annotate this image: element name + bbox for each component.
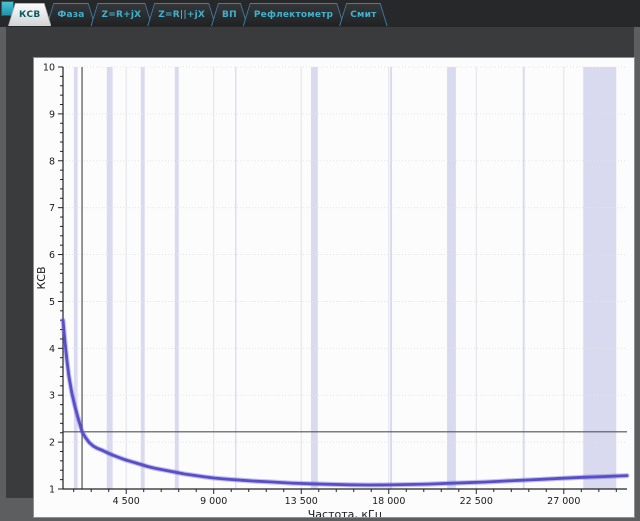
y-tick-label: 6 [49, 250, 55, 261]
tab-ksv-label: КСВ [9, 4, 50, 26]
y-tick-label: 1 [49, 485, 55, 496]
ham-band [235, 67, 236, 489]
tab-z-series[interactable]: Z=R+jX [91, 3, 153, 26]
tab-faza-label: Фаза [47, 4, 94, 26]
y-tick-label: 2 [49, 438, 55, 449]
swr-curve [63, 320, 627, 485]
tab-reflectometer-label: Рефлектометр [244, 4, 343, 26]
x-tick-label: 18 000 [372, 496, 405, 507]
y-tick-label: 7 [49, 203, 55, 214]
tab-vp-label: ВП [212, 4, 247, 26]
y-tick-label: 3 [49, 391, 55, 402]
ham-band [447, 67, 456, 489]
x-tick-label: 22 500 [460, 496, 493, 507]
tabs-container: КСВФазаZ=R+jXZ=R||+jXВПРефлектометрСмит [8, 3, 383, 25]
tab-bar: КСВФазаZ=R+jXZ=R||+jXВПРефлектометрСмит [0, 0, 640, 27]
tab-z-parallel[interactable]: Z=R||+jX [147, 3, 216, 26]
y-tick-label: 9 [49, 109, 55, 120]
ham-band [175, 67, 179, 489]
x-tick-label: 9 000 [200, 496, 227, 507]
ham-band [311, 67, 318, 489]
ham-band [523, 67, 525, 489]
ham-band [107, 67, 113, 489]
ham-band [583, 67, 616, 489]
chart-canvas[interactable]: 1 2 3 4 5 6 7 8 9 10 4 500 9 000 13 500 18 000 22 500 2… [34, 58, 634, 517]
tab-z-series-label: Z=R+jX [92, 4, 152, 26]
y-tick-label: 8 [49, 156, 55, 167]
ham-band [390, 67, 392, 489]
tab-vp[interactable]: ВП [211, 3, 248, 26]
swr-curve-halo [63, 320, 627, 485]
tab-reflectometer[interactable]: Рефлектометр [243, 3, 344, 26]
x-tick-label: 13 500 [285, 496, 318, 507]
ham-band [141, 67, 145, 489]
chart-panel: 123456789104 5009 00013 50018 00022 5002… [6, 27, 634, 498]
chart-card: 1 2 3 4 5 6 7 8 9 10 4 500 9 000 13 500 18 000 22 500 2… [34, 58, 634, 517]
tab-smith[interactable]: Смит [339, 3, 387, 26]
y-axis-title: КСВ [35, 266, 48, 289]
tab-faza[interactable]: Фаза [46, 3, 95, 26]
y-tick-label: 5 [49, 297, 55, 308]
x-tick-label: 27 000 [547, 496, 580, 507]
tab-ksv[interactable]: КСВ [8, 3, 51, 26]
tab-z-parallel-label: Z=R||+jX [148, 4, 215, 26]
ham-band [74, 67, 78, 489]
x-tick-label: 4 500 [113, 496, 140, 507]
y-tick-label: 4 [49, 344, 55, 355]
y-tick-label: 10 [43, 63, 55, 74]
x-axis-title: Частота, кГц [308, 508, 382, 517]
tab-smith-label: Смит [340, 4, 386, 26]
